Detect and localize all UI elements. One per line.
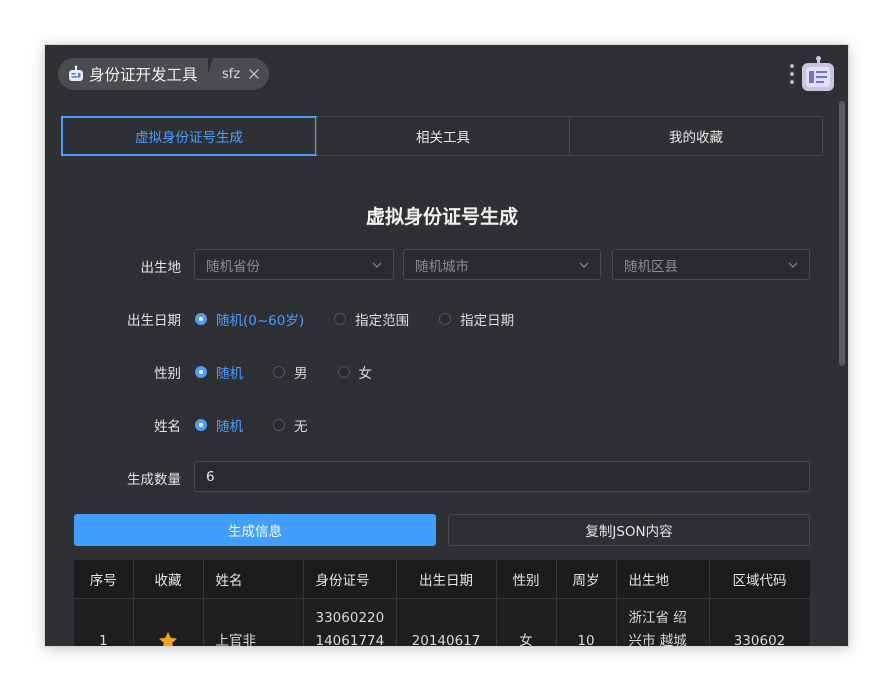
table-header-row: 序号 收藏 姓名 身份证号 出生日期 性别 周岁 出生地 区域代码 — [74, 560, 811, 599]
column-header-index: 序号 — [74, 560, 134, 599]
birthdate-radio-group: 随机(0~60岁) 指定范围 指定日期 — [195, 309, 544, 329]
cell-age: 10 — [556, 598, 617, 646]
birthdate-option-random[interactable]: 随机(0~60岁) — [195, 309, 304, 329]
radio-dot — [334, 313, 347, 325]
name-radio-group: 随机 无 — [195, 415, 338, 435]
city-placeholder: 随机城市 — [415, 258, 469, 275]
province-placeholder: 随机省份 — [206, 258, 260, 275]
more-options-icon[interactable] — [789, 63, 795, 85]
radio-dot — [273, 366, 285, 378]
cell-id-number: 330602201406177449 — [303, 598, 397, 646]
cell-birthplace: 浙江省 绍兴市 越城区 — [616, 598, 710, 646]
scrollbar[interactable] — [839, 101, 845, 366]
name-option-none[interactable]: 无 — [273, 415, 308, 435]
close-icon[interactable] — [248, 68, 260, 80]
chevron-down-icon — [579, 262, 589, 268]
gender-option-female[interactable]: 女 — [337, 362, 373, 382]
name-label: 姓名 — [154, 419, 181, 435]
gender-option-random[interactable]: 随机 — [195, 362, 243, 382]
city-select[interactable]: 随机城市 — [403, 249, 601, 280]
star-icon[interactable] — [157, 630, 179, 647]
app-title: 身份证开发工具 — [89, 66, 198, 84]
radio-label: 随机 — [216, 366, 243, 382]
birthdate-option-date[interactable]: 指定日期 — [439, 309, 514, 329]
table-row: 1 上官非 330602201406177449 20140617 女 10 浙… — [74, 598, 811, 647]
tab-my-favorites[interactable]: 我的收藏 — [569, 117, 822, 155]
province-select[interactable]: 随机省份 — [194, 249, 394, 280]
radio-label: 随机(0~60岁) — [216, 313, 305, 329]
title-bar: 身份证开发工具 sfz — [45, 45, 848, 103]
count-input[interactable] — [194, 461, 810, 492]
radio-label: 随机 — [216, 419, 243, 435]
chevron-down-icon — [788, 262, 798, 268]
cell-gender: 女 — [496, 598, 557, 646]
district-placeholder: 随机区县 — [624, 258, 678, 275]
robot-icon — [69, 65, 83, 81]
count-label: 生成数量 — [127, 472, 181, 488]
column-header-gender: 性别 — [496, 560, 557, 599]
sub-tab-label: sfz — [222, 66, 241, 82]
cell-favorite[interactable] — [133, 598, 204, 647]
gender-radio-group: 随机 男 女 — [195, 362, 402, 382]
radio-dot — [273, 419, 285, 431]
chevron-down-icon — [372, 262, 382, 268]
column-header-age: 周岁 — [556, 560, 617, 599]
radio-label: 女 — [358, 366, 373, 382]
cell-index: 1 — [74, 598, 134, 646]
tab-bar: 虚拟身份证号生成 相关工具 我的收藏 — [61, 116, 823, 156]
copy-json-button[interactable]: 复制JSON内容 — [448, 514, 810, 546]
birthdate-label: 出生日期 — [127, 313, 181, 329]
radio-dot — [439, 313, 452, 325]
results-table: 序号 收藏 姓名 身份证号 出生日期 性别 周岁 出生地 区域代码 1 上官非 — [74, 560, 811, 646]
app-tab[interactable]: 身份证开发工具 — [58, 58, 208, 90]
sub-tab[interactable]: sfz — [203, 58, 269, 90]
generate-button[interactable]: 生成信息 — [74, 514, 436, 546]
district-select[interactable]: 随机区县 — [612, 249, 810, 280]
cell-birth-date: 20140617 — [396, 598, 497, 646]
radio-label: 指定范围 — [355, 313, 410, 329]
radio-label: 男 — [294, 366, 308, 382]
column-header-favorite: 收藏 — [133, 560, 204, 599]
radio-dot — [195, 366, 207, 378]
gender-option-male[interactable]: 男 — [273, 362, 308, 382]
tab-related-tools[interactable]: 相关工具 — [316, 117, 569, 155]
cell-area-code: 330602 — [709, 598, 811, 646]
app-window: 身份证开发工具 sfz 虚拟身份证号生成 相关工具 我的收藏 虚拟身份证号生成 … — [45, 45, 848, 646]
radio-label: 指定日期 — [460, 313, 515, 329]
column-header-id-number: 身份证号 — [303, 560, 397, 599]
radio-dot — [195, 313, 207, 325]
section-title: 虚拟身份证号生成 — [365, 206, 518, 228]
tab-virtual-id-generate[interactable]: 虚拟身份证号生成 — [61, 116, 317, 156]
cell-name: 上官非 — [203, 598, 304, 646]
radio-label: 无 — [294, 419, 308, 435]
gender-label: 性别 — [154, 366, 181, 382]
radio-dot — [195, 419, 207, 431]
column-header-birth-date: 出生日期 — [396, 560, 497, 599]
column-header-name: 姓名 — [203, 560, 304, 599]
name-option-random[interactable]: 随机 — [195, 415, 243, 435]
robot-avatar-icon[interactable] — [801, 56, 835, 92]
birthplace-label: 出生地 — [140, 260, 182, 276]
radio-dot — [337, 366, 350, 378]
birthdate-option-range[interactable]: 指定范围 — [334, 309, 409, 329]
column-header-birthplace: 出生地 — [616, 560, 710, 599]
column-header-area-code: 区域代码 — [709, 560, 811, 599]
